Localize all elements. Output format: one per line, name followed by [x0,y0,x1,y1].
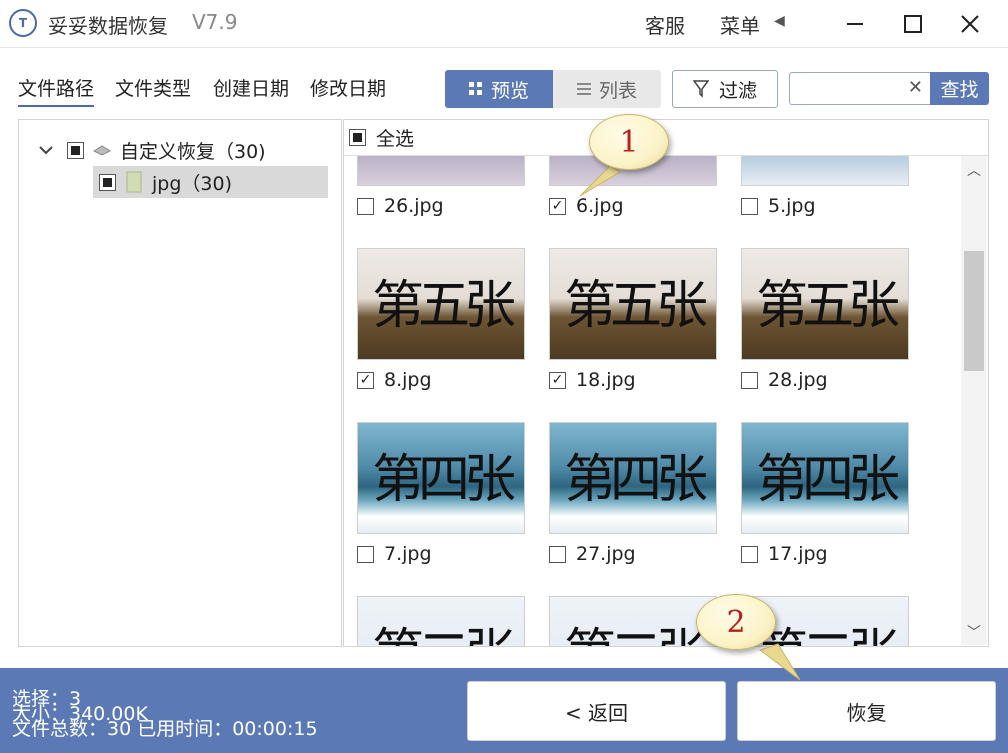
callout-pointers [579,165,801,681]
callout-1: 1 [589,114,669,170]
callout-2: 2 [696,594,776,650]
